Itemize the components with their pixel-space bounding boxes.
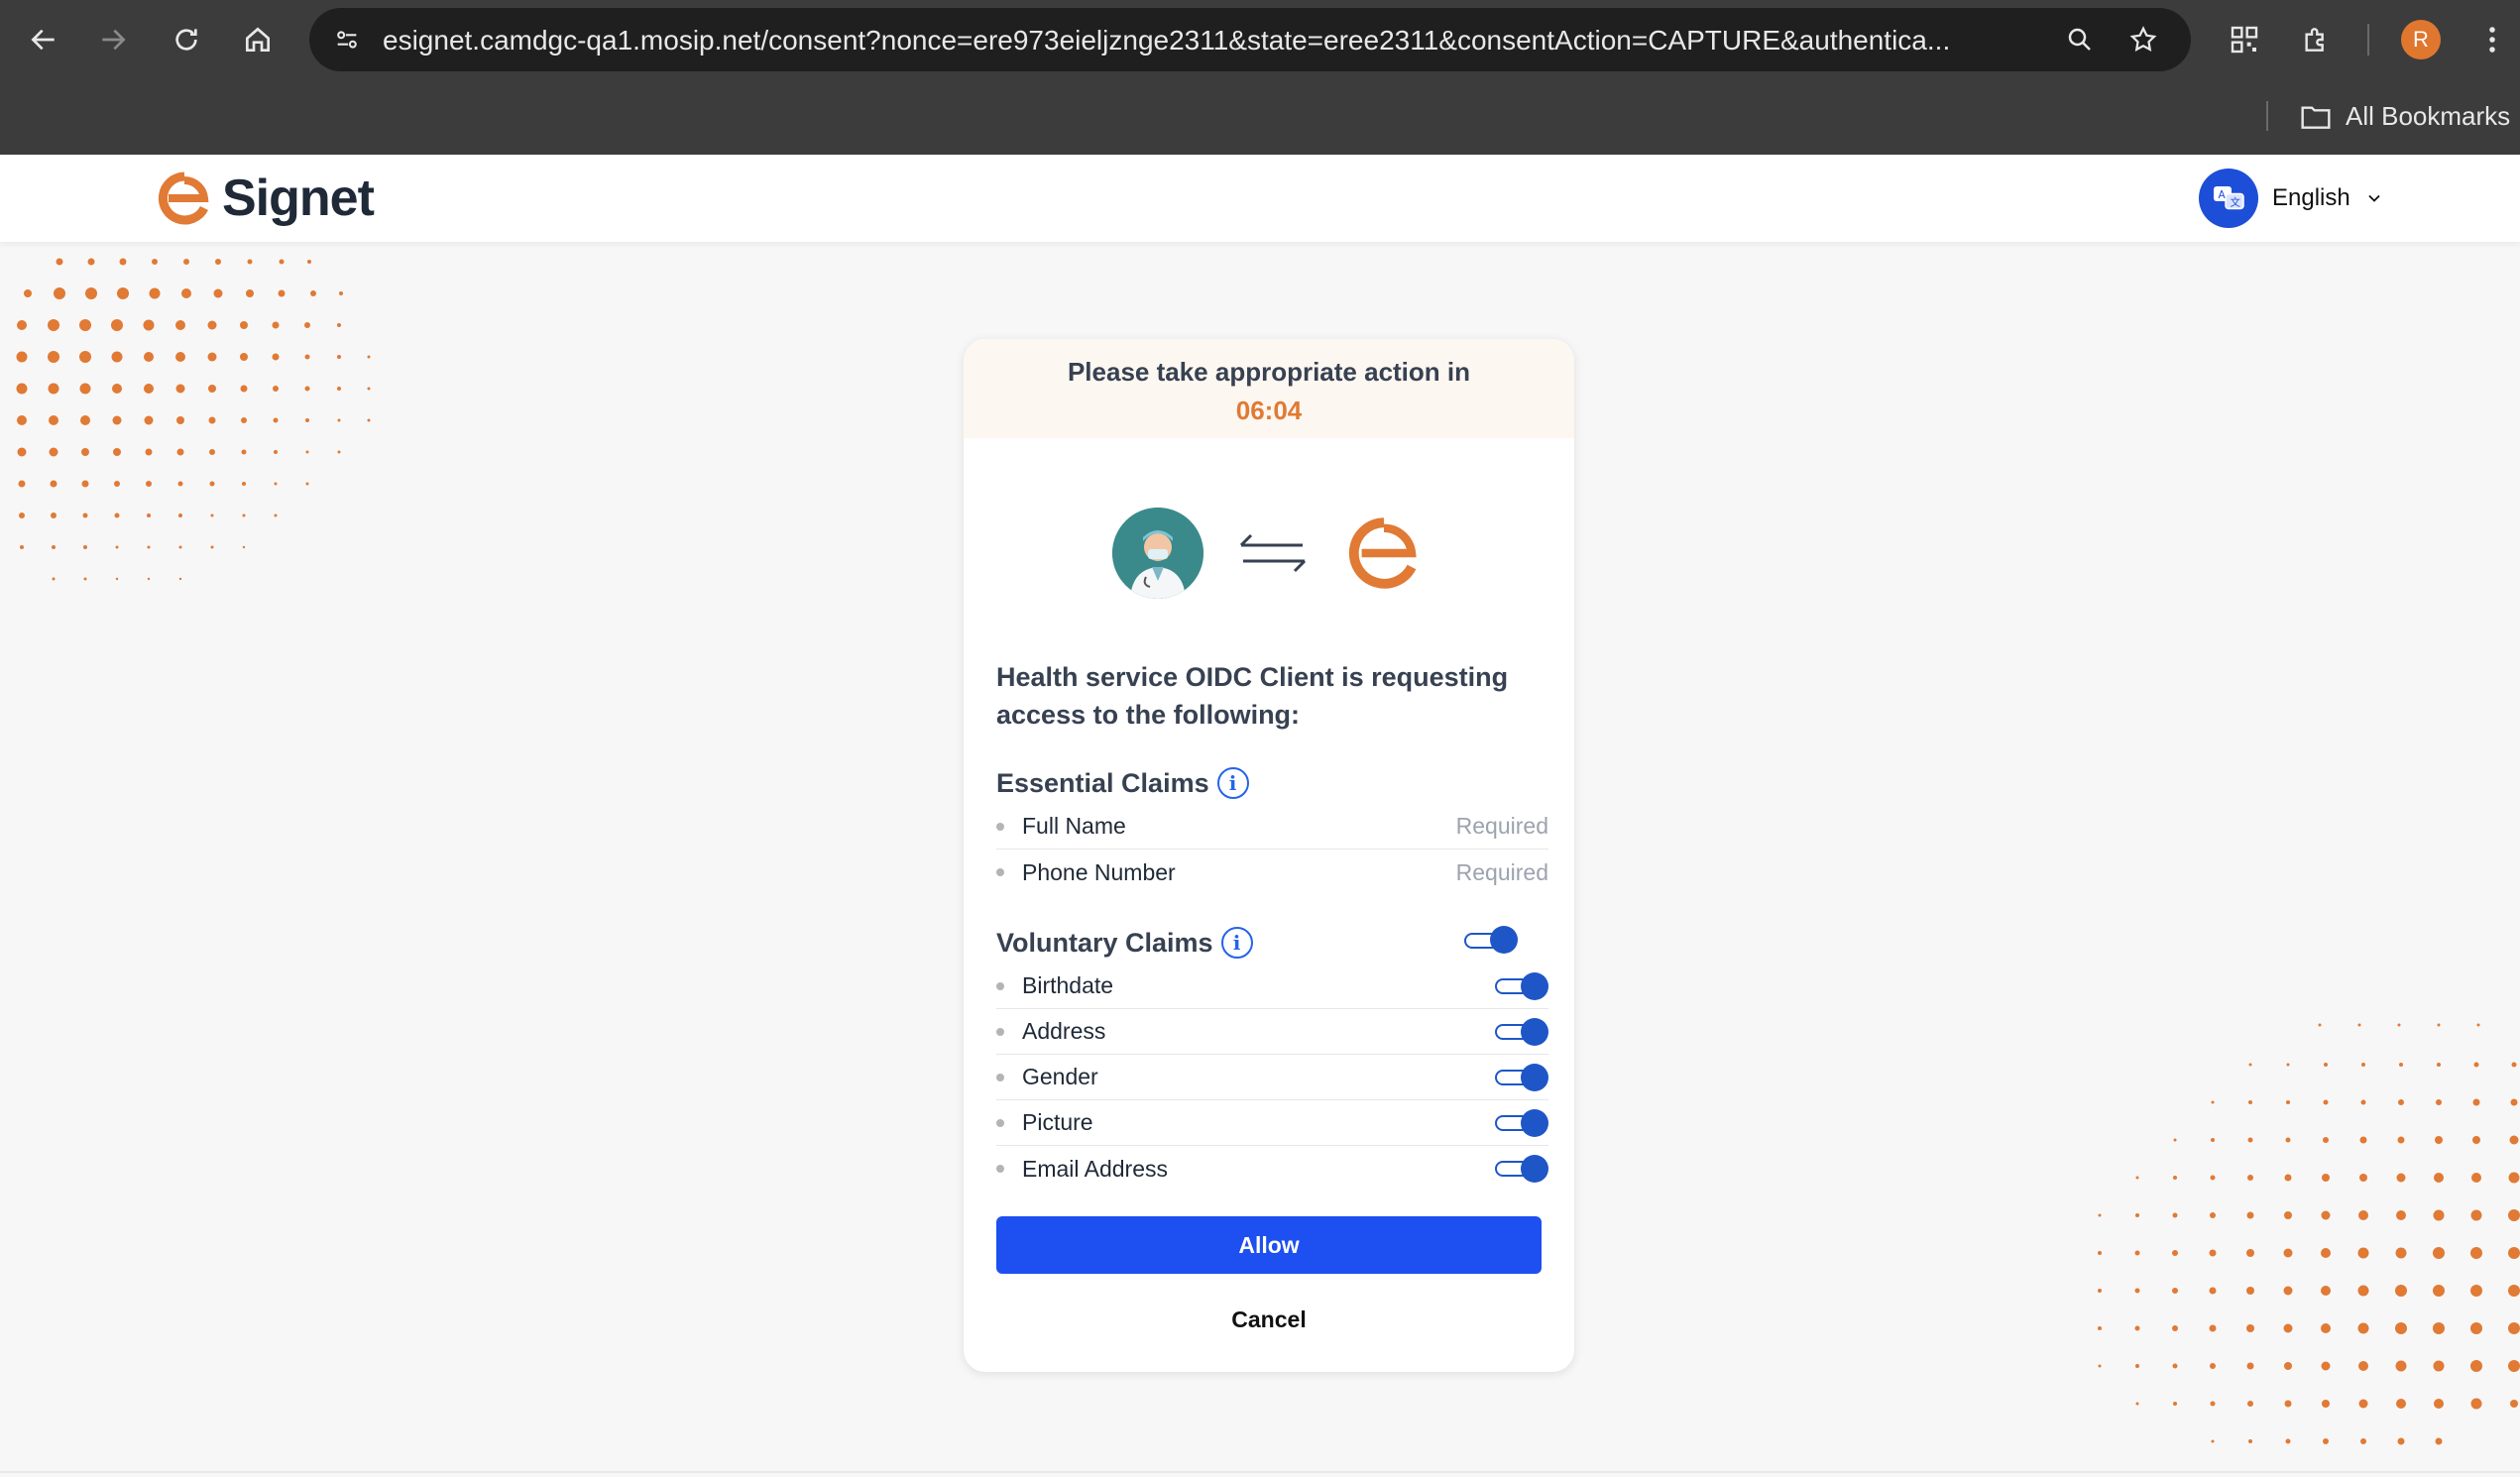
allow-button[interactable]: Allow [996, 1216, 1542, 1274]
folder-icon [2301, 105, 2331, 129]
address-bar[interactable]: esignet.camdgc-qa1.mosip.net/consent?non… [309, 8, 2191, 71]
claim-row-gender: Gender [996, 1055, 1548, 1100]
required-label: Required [1455, 813, 1548, 839]
language-label: English [2272, 184, 2350, 211]
decorative-dots-bottom-right [2098, 1023, 2520, 1445]
chevron-down-icon [2368, 194, 2380, 202]
claim-row-address: Address [996, 1009, 1548, 1055]
signet-logo: Signet [155, 169, 375, 228]
claim-row-phone-number: Phone Number Required [996, 850, 1548, 895]
bullet-dot [996, 1027, 1004, 1036]
bookmark-star-icon[interactable] [2123, 20, 2163, 59]
claim-label: Full Name [1022, 813, 1126, 839]
profile-avatar[interactable]: R [2401, 20, 2441, 59]
info-icon[interactable]: i [1220, 927, 1253, 959]
consent-card: Please take appropriate action in 06:04 … [964, 339, 1574, 1372]
claim-label: Email Address [1022, 1155, 1169, 1182]
menu-dots-icon[interactable] [2468, 16, 2516, 63]
claim-label: Address [1022, 1018, 1106, 1044]
claim-row-birthdate: Birthdate [996, 964, 1548, 1009]
all-bookmarks-label: All Bookmarks [2346, 101, 2511, 131]
logo-text: Signet [222, 170, 375, 227]
timer-banner: Please take appropriate action in 06:04 [964, 339, 1574, 438]
esignet-logo-icon [1348, 517, 1417, 589]
bullet-dot [996, 868, 1004, 876]
claim-label: Birthdate [1022, 972, 1114, 998]
claim-label: Gender [1022, 1064, 1098, 1089]
bullet-dot [996, 1118, 1004, 1127]
voluntary-claims-toggle-all[interactable] [1464, 926, 1518, 954]
claim-label: Picture [1022, 1109, 1093, 1135]
svg-text:文: 文 [2231, 196, 2241, 209]
birthdate-toggle[interactable] [1495, 971, 1548, 1000]
picture-toggle[interactable] [1495, 1108, 1548, 1137]
required-label: Required [1455, 858, 1548, 885]
back-arrow-icon [31, 29, 55, 51]
back-button[interactable] [16, 12, 71, 67]
exchange-arrows-icon [1239, 533, 1307, 573]
esignet-logo-icon [158, 171, 209, 225]
bullet-dot [996, 822, 1004, 831]
forward-arrow-icon [102, 29, 126, 51]
cancel-button[interactable]: Cancel [996, 1291, 1542, 1348]
voluntary-claims-heading: Voluntary Claims i [996, 927, 1253, 959]
essential-claims-title: Essential Claims [996, 767, 1209, 798]
footer-divider [0, 1471, 2520, 1473]
reload-icon [175, 29, 197, 51]
doctor-avatar-icon [1112, 508, 1203, 599]
extensions-icon[interactable] [2292, 16, 2340, 63]
claim-row-full-name: Full Name Required [996, 804, 1548, 850]
claim-label: Phone Number [1022, 858, 1176, 885]
voluntary-claims-title: Voluntary Claims [996, 927, 1213, 958]
site-settings-icon[interactable] [327, 20, 367, 59]
app-header: Signet A文 English [0, 155, 2520, 242]
all-bookmarks-button[interactable]: All Bookmarks [2300, 101, 2510, 132]
timer-countdown: 06:04 [1235, 396, 1303, 425]
request-description: Health service OIDC Client is requesting… [996, 662, 1509, 730]
address-toggle[interactable] [1495, 1017, 1548, 1046]
reload-button[interactable] [159, 12, 214, 67]
bullet-dot [996, 1165, 1004, 1173]
toolbar-divider [2367, 24, 2369, 56]
url-text[interactable]: esignet.camdgc-qa1.mosip.net/consent?non… [383, 25, 2058, 57]
claim-row-picture: Picture [996, 1100, 1548, 1146]
bookmarks-divider [2266, 101, 2268, 131]
email-address-toggle[interactable] [1495, 1155, 1548, 1183]
client-exchange-logos [964, 508, 1574, 599]
language-selector[interactable]: A文 English [2199, 169, 2384, 228]
home-icon [246, 27, 270, 52]
zoom-icon[interactable] [2060, 20, 2100, 59]
info-icon[interactable]: i [1216, 767, 1249, 799]
forward-button[interactable] [85, 12, 141, 67]
bullet-dot [996, 981, 1004, 990]
decorative-dots-top-left [16, 258, 371, 581]
timer-message: Please take appropriate action in [1067, 357, 1471, 387]
browser-toolbar: esignet.camdgc-qa1.mosip.net/consent?non… [0, 0, 2520, 155]
gender-toggle[interactable] [1495, 1063, 1548, 1091]
claim-row-email-address: Email Address [996, 1146, 1548, 1192]
essential-claims-heading: Essential Claims i [996, 767, 1249, 799]
svg-text:A: A [2219, 189, 2227, 201]
qr-code-icon[interactable] [2221, 16, 2268, 63]
translate-icon: A文 [2199, 169, 2258, 228]
bullet-dot [996, 1073, 1004, 1081]
home-button[interactable] [230, 12, 286, 67]
